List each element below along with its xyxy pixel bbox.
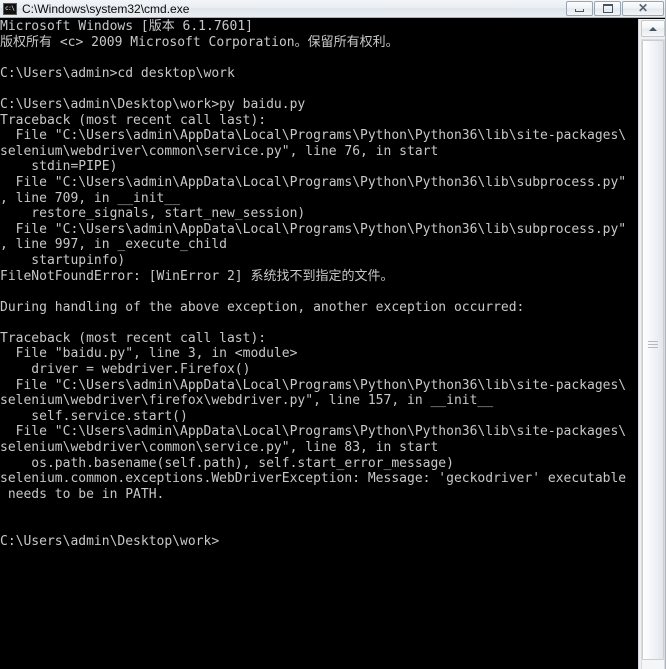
close-icon: ✕ — [637, 1, 649, 15]
console-line: selenium\webdriver\common\service.py", l… — [0, 143, 439, 159]
window-controls: ✕ — [565, 0, 664, 17]
console-line: Traceback (most recent call last): — [0, 112, 267, 128]
console-line: restore_signals, start_new_session) — [0, 206, 306, 222]
console-line: C:\Users\admin\Desktop\work> — [0, 533, 220, 549]
console-line: During handling of the above exception, … — [0, 299, 525, 315]
console-line: 版权所有 <c> 2009 Microsoft Corporation。保留所有… — [0, 34, 399, 50]
console-line: File "C:\Users\admin\AppData\Local\Progr… — [0, 128, 627, 144]
minimize-button[interactable] — [566, 1, 593, 16]
console-line: selenium\webdriver\common\service.py", l… — [0, 440, 439, 456]
console-line: File "C:\Users\admin\AppData\Local\Progr… — [0, 424, 627, 440]
console-line: Microsoft Windows [版本 6.1.7601] — [0, 19, 253, 34]
console-line: , line 709, in __init__ — [0, 190, 181, 206]
cmd-window: C:\Windows\system32\cmd.exe ✕ Microsoft … — [0, 0, 666, 669]
minimize-icon — [575, 9, 584, 12]
window-title: C:\Windows\system32\cmd.exe — [22, 1, 190, 16]
scrollbar-grip-icon — [648, 341, 658, 349]
console-line: FileNotFoundError: [WinError 2] 系统找不到指定的… — [0, 268, 394, 284]
console-line: selenium.common.exceptions.WebDriverExce… — [0, 471, 627, 487]
titlebar[interactable]: C:\Windows\system32\cmd.exe ✕ — [0, 0, 666, 18]
console-line: File "C:\Users\admin\AppData\Local\Progr… — [0, 174, 627, 190]
scrollbar-track[interactable] — [641, 39, 665, 669]
maximize-icon — [603, 4, 613, 13]
console-line: File "baidu.py", line 3, in <module> — [0, 346, 298, 362]
console-line: startupinfo) — [0, 252, 126, 268]
close-button[interactable]: ✕ — [622, 1, 664, 16]
console-line: , line 997, in _execute_child — [0, 237, 227, 253]
console-line: stdin=PIPE) — [0, 159, 118, 175]
console-icon — [3, 2, 17, 15]
console-text: Microsoft Windows [版本 6.1.7601] 版权所有 <c> … — [0, 19, 638, 549]
console-line: File "C:\Users\admin\AppData\Local\Progr… — [0, 377, 627, 393]
chevron-up-icon — [649, 26, 657, 31]
console-line: os.path.basename(self.path), self.start_… — [0, 455, 454, 471]
scrollbar-thumb[interactable] — [642, 40, 664, 660]
console-line: File "C:\Users\admin\AppData\Local\Progr… — [0, 221, 627, 237]
console-line: selenium\webdriver\firefox\webdriver.py"… — [0, 393, 494, 409]
console-line: C:\Users\admin\Desktop\work>py baidu.py — [0, 96, 306, 112]
console-line: needs to be in PATH. — [0, 486, 165, 502]
console-line: self.service.start() — [0, 408, 188, 424]
console-line: Traceback (most recent call last): — [0, 330, 267, 346]
console-line: C:\Users\admin>cd desktop\work — [0, 65, 235, 81]
vertical-scrollbar[interactable] — [638, 19, 666, 669]
maximize-button[interactable] — [594, 1, 621, 16]
console-line: driver = webdriver.Firefox() — [0, 362, 251, 378]
scroll-up-button[interactable] — [641, 20, 665, 37]
console-output-area[interactable]: Microsoft Windows [版本 6.1.7601] 版权所有 <c> … — [0, 19, 638, 669]
